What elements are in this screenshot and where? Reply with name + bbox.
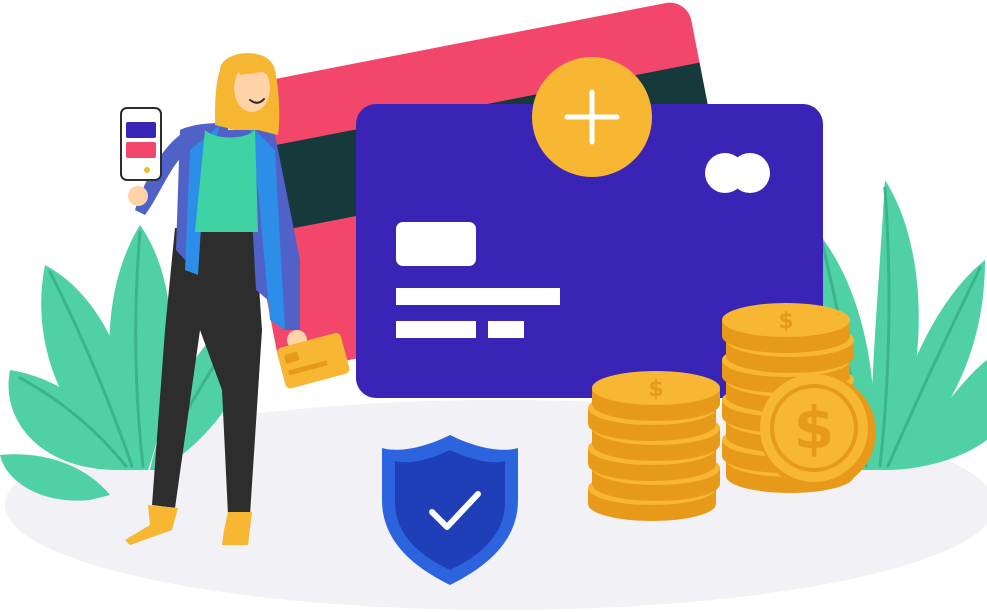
illustration-scene: $ $ $ (0, 0, 987, 612)
smartphone (120, 107, 162, 181)
card-name-line (396, 321, 524, 338)
coin-stack-left: $ (588, 371, 720, 521)
card-number-line (396, 288, 560, 305)
dollar-icon: $ (778, 309, 793, 334)
plus-badge (532, 57, 652, 177)
card-chip (396, 222, 476, 266)
dollar-icon: $ (648, 377, 663, 402)
dollar-icon: $ (794, 394, 834, 462)
card-brand-logo (705, 153, 770, 193)
big-dollar-coin: $ (760, 374, 876, 490)
finance-illustration: $ $ $ (0, 2, 987, 610)
